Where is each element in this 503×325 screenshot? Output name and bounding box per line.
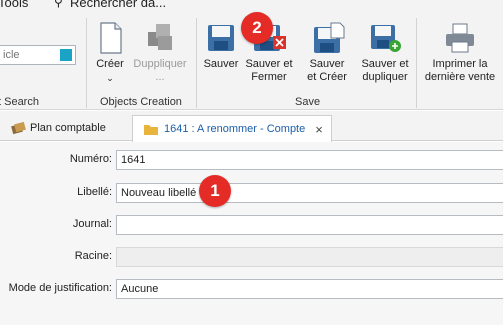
create-button[interactable]: Créer ⌄ — [90, 20, 130, 90]
save-create-icon — [314, 22, 345, 53]
printer-icon — [446, 23, 474, 53]
libelle-field[interactable] — [116, 183, 503, 203]
print-label-line2: dernière vente — [424, 71, 496, 83]
save-create-button[interactable]: Sauver et Créer — [298, 20, 356, 90]
numero-field[interactable] — [116, 150, 503, 170]
ribbon-search-box[interactable] — [0, 45, 76, 65]
ribbon-separator — [86, 18, 87, 108]
libelle-label: Libellé: — [77, 186, 112, 198]
ribbon-search-input[interactable] — [0, 46, 53, 64]
save-button[interactable]: Sauver — [200, 20, 242, 90]
save-create-label-line2: et Créer — [307, 71, 347, 83]
duplicate-label-line2: ... — [155, 71, 165, 83]
print-last-sale-button[interactable]: Imprimer la dernière vente — [420, 20, 500, 90]
journal-label: Journal: — [72, 218, 112, 230]
tab-plan-comptable[interactable]: Plan comptable — [6, 115, 126, 141]
document-tab-strip: Plan comptable 1641 : A renommer - Compt… — [0, 111, 503, 142]
new-document-icon — [100, 22, 122, 54]
save-group-label: Save — [295, 96, 321, 108]
save-close-label-line2: Fermer — [251, 71, 287, 83]
save-duplicate-label-line2: dupliquer — [362, 71, 408, 83]
print-label: Imprimer la — [432, 58, 488, 70]
menu-bar: Tools ⚲ Rechercher da... — [0, 0, 503, 12]
duplicate-label: Duppliquer — [133, 58, 187, 70]
ribbon-separator — [196, 18, 197, 108]
account-form: Numéro: Libellé: Journal: Racine: Mode d… — [0, 142, 503, 325]
search-group-label: t Search — [0, 96, 39, 108]
ribbon-separator — [416, 18, 417, 108]
ledger-icon — [11, 121, 26, 135]
tab-compte-1641-label: 1641 : A renommer - Compte — [164, 123, 306, 135]
menu-search[interactable]: Rechercher da... — [70, 0, 166, 10]
create-label: Créer — [96, 58, 124, 70]
menu-tools[interactable]: Tools — [0, 0, 28, 10]
save-close-label: Sauver et — [245, 58, 293, 70]
objects-creation-group-label: Objects Creation — [100, 96, 182, 108]
search-color-swatch — [60, 49, 72, 61]
search-icon: ⚲ — [54, 0, 63, 9]
racine-label: Racine: — [74, 250, 112, 262]
floppy-disk-icon — [208, 25, 234, 51]
close-tab-icon[interactable]: × — [315, 122, 323, 137]
save-duplicate-icon — [371, 25, 401, 52]
duplicate-button[interactable]: Duppliquer ... — [132, 20, 188, 90]
journal-field[interactable] — [116, 215, 503, 235]
save-create-label: Sauver — [309, 58, 345, 70]
numero-label: Numéro: — [69, 153, 112, 165]
mode-justification-label: Mode de justification: — [8, 282, 112, 294]
save-duplicate-label: Sauver et — [361, 58, 409, 70]
annotation-badge-1: 1 — [199, 175, 231, 207]
tab-compte-1641[interactable]: 1641 : A renommer - Compte × — [132, 115, 332, 142]
dropdown-chevron-icon: ⌄ — [106, 73, 114, 83]
save-duplicate-button[interactable]: Sauver et dupliquer — [358, 20, 412, 90]
mode-justification-field[interactable] — [116, 279, 503, 299]
duplicate-icon — [148, 24, 172, 50]
annotation-badge-2: 2 — [241, 12, 273, 44]
tab-plan-comptable-label: Plan comptable — [30, 122, 106, 134]
save-label: Sauver — [203, 58, 239, 70]
racine-field — [116, 247, 503, 267]
folder-icon — [144, 124, 158, 135]
